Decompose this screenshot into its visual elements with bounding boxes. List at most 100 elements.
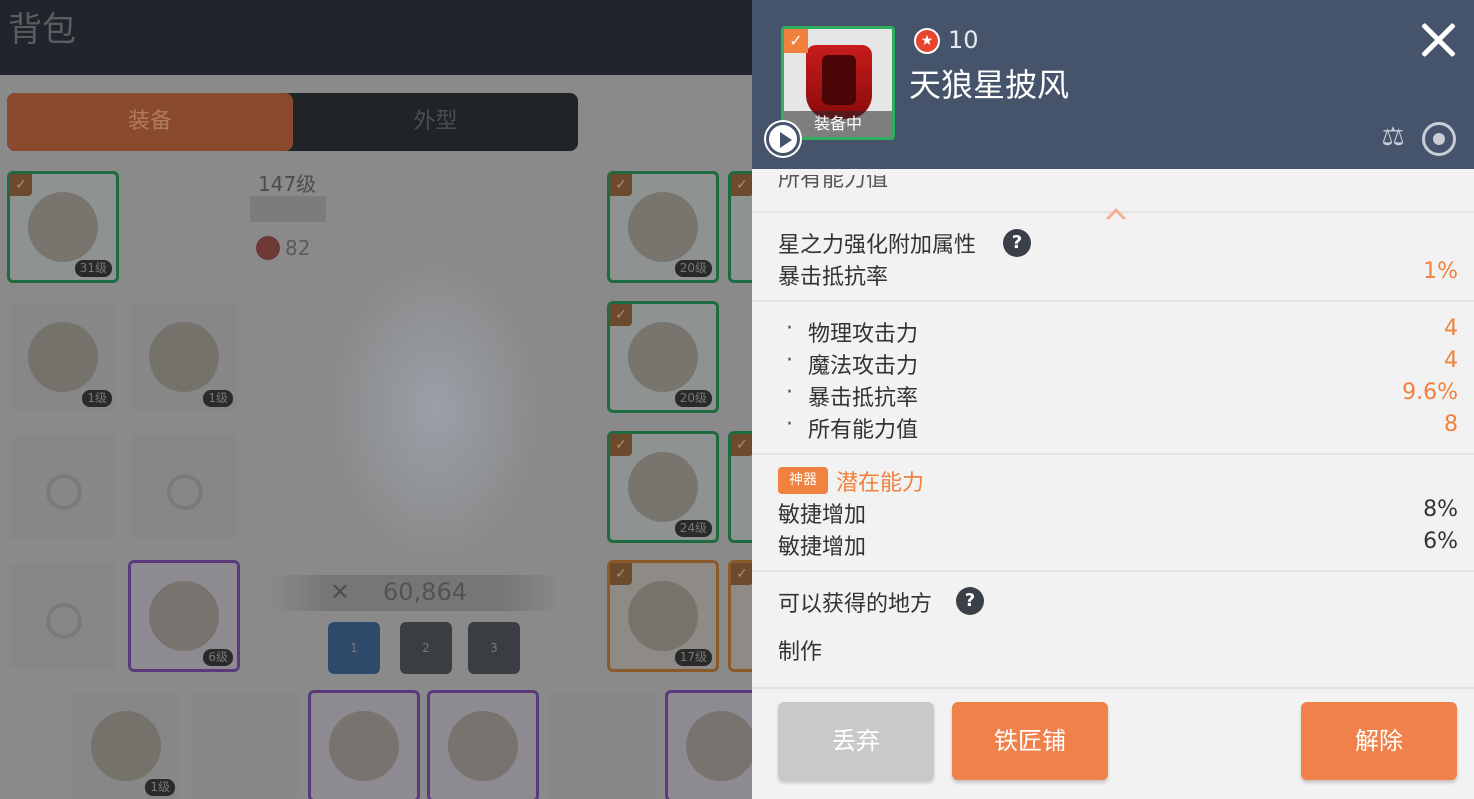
equip-slot[interactable]: ✓	[728, 171, 752, 283]
cape-icon	[806, 45, 872, 119]
weapon-icon	[628, 192, 698, 262]
preset-button-3[interactable]: 3	[468, 622, 520, 674]
inventory-window: 背包 装备 外型 ✓ 31级 1级 1级 6级 147级 82 ✕ 60,864…	[0, 0, 752, 799]
empty-slot[interactable]	[189, 690, 301, 799]
compare-scale-icon[interactable]: ⚖	[1376, 122, 1410, 156]
preset-button-1[interactable]: 1	[328, 622, 380, 674]
chevron-up-icon[interactable]	[1106, 205, 1126, 225]
check-icon: ✓	[731, 174, 752, 196]
ring-icon	[167, 474, 203, 510]
potential-grade-badge: 神器	[778, 467, 828, 494]
divider	[752, 453, 1474, 455]
bullet-icon: ·	[786, 348, 793, 373]
equip-slot[interactable]: 1级	[7, 301, 119, 413]
badge-icon	[329, 711, 399, 781]
base-stat-value: 8	[1444, 412, 1458, 437]
equip-slot[interactable]: ✓ 31级	[7, 171, 119, 283]
unequip-button[interactable]: 解除	[1301, 702, 1457, 780]
character-popularity: 82	[285, 236, 311, 260]
equip-slot[interactable]: ✓	[728, 560, 752, 672]
equip-slot[interactable]: ✓	[728, 431, 752, 543]
tab-appearance[interactable]: 外型	[293, 93, 578, 151]
preset-button-2[interactable]: 2	[400, 622, 452, 674]
equip-slot[interactable]: 1级	[128, 301, 240, 413]
slot-level: 31级	[74, 260, 112, 277]
base-stat-label: 所有能力值	[808, 418, 919, 443]
armor-icon	[628, 322, 698, 392]
inventory-tab-bar: 装备 外型	[7, 93, 578, 151]
equip-slot[interactable]: ✓ 20级	[607, 171, 719, 283]
check-icon: ✓	[610, 434, 632, 456]
starforce-stat-value: 1%	[1423, 259, 1458, 284]
slot-level: 6级	[203, 649, 233, 666]
starforce-section-title: 星之力强化附加属性	[778, 233, 977, 258]
star-force-count: 10	[948, 26, 979, 54]
belt-icon	[628, 581, 698, 651]
character-avatar	[330, 260, 540, 560]
equip-slot[interactable]	[427, 690, 539, 799]
empty-ring-slot[interactable]	[7, 560, 119, 672]
stat-value: -	[1450, 175, 1458, 186]
check-icon: ✓	[10, 174, 32, 196]
equip-slot[interactable]: 6级	[128, 560, 240, 672]
divider	[752, 300, 1474, 302]
equip-slot[interactable]: ✓ 20级	[607, 301, 719, 413]
check-icon: ✓	[731, 434, 752, 456]
equip-slot[interactable]	[308, 690, 420, 799]
close-icon[interactable]	[1416, 18, 1460, 62]
weapon-icon	[28, 192, 98, 262]
helmet-icon	[628, 452, 698, 522]
combat-power-value: 60,864	[383, 578, 467, 606]
empty-slot[interactable]	[546, 690, 658, 799]
equipped-status: 装备中	[784, 111, 892, 137]
potential-line-label: 敏捷增加	[778, 535, 867, 560]
help-icon[interactable]: ?	[1003, 229, 1031, 257]
character-level: 147级	[258, 172, 317, 196]
pocket-icon	[686, 711, 752, 781]
base-stat-label: 物理攻击力	[808, 322, 919, 347]
pet-icon	[28, 322, 98, 392]
item-thumbnail: ✓ 装备中	[781, 26, 895, 140]
smithy-button[interactable]: 铁匠铺	[952, 702, 1108, 780]
item-name: 天狼星披风	[909, 66, 1070, 104]
ring-icon	[46, 603, 82, 639]
equip-slot[interactable]: 1级	[70, 690, 182, 799]
equip-slot[interactable]	[665, 690, 752, 799]
item-stats-scroll[interactable]: 所有能力值 - 星之力强化附加属性 ? 暴击抵抗率 1% · 物理攻击力 4 ·…	[752, 169, 1474, 687]
potential-line-value: 8%	[1423, 497, 1458, 522]
bullet-icon: ·	[786, 380, 793, 405]
emblem-icon	[448, 711, 518, 781]
slot-level: 1级	[145, 779, 175, 796]
discard-button[interactable]: 丢弃	[778, 702, 934, 780]
source-title: 可以获得的地方	[778, 592, 933, 617]
popularity-icon	[256, 236, 280, 260]
empty-ring-slot[interactable]	[7, 431, 119, 543]
base-stat-label: 魔法攻击力	[808, 354, 919, 379]
check-icon: ✓	[610, 304, 632, 326]
help-icon[interactable]: ?	[956, 587, 984, 615]
action-bar: 丢弃 铁匠铺 解除	[752, 687, 1474, 799]
item-detail-panel: ✓ 装备中 ★ 10 天狼星披风 ⚖ 所有能力值 - 星之力强化附加属性 ? 暴…	[752, 0, 1474, 799]
tab-equipment[interactable]: 装备	[7, 93, 293, 151]
stat-row-partial: 所有能力值 -	[778, 175, 1458, 195]
empty-ring-slot[interactable]	[128, 431, 240, 543]
stat-label: 所有能力值	[778, 175, 889, 192]
play-icon[interactable]	[766, 122, 800, 156]
potential-line-value: 6%	[1423, 529, 1458, 554]
potential-line-label: 敏捷增加	[778, 503, 867, 528]
character-name-redacted	[250, 196, 326, 222]
bullet-icon: ·	[786, 316, 793, 341]
potential-title: 潜在能力	[836, 471, 925, 496]
equip-slot[interactable]: ✓ 24级	[607, 431, 719, 543]
divider	[752, 570, 1474, 572]
check-icon: ✓	[610, 174, 632, 196]
lock-settings-icon[interactable]	[1422, 122, 1456, 156]
ring-icon	[46, 474, 82, 510]
equip-slot[interactable]: ✓ 17级	[607, 560, 719, 672]
source-value: 制作	[778, 640, 823, 665]
slot-level: 24级	[674, 520, 712, 537]
base-stat-value: 4	[1444, 348, 1458, 373]
pet-icon	[149, 322, 219, 392]
inventory-title: 背包	[8, 10, 76, 50]
ring-icon	[149, 581, 219, 651]
